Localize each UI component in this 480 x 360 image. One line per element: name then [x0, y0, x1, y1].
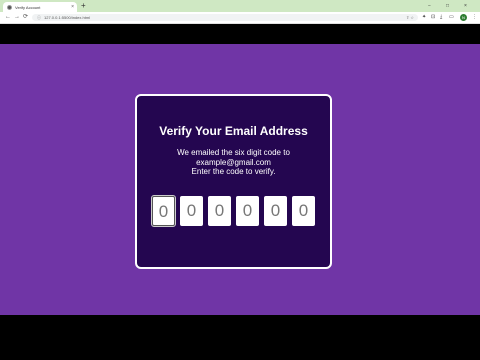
reload-icon[interactable]: ⟳ [23, 13, 28, 22]
code-digit-3[interactable]: 0 [208, 196, 231, 226]
url-text: 127.0.0.1:5500/index.html [44, 15, 91, 20]
instructions: We emailed the six digit code to example… [137, 148, 330, 177]
download-icon[interactable]: ⤓ [440, 14, 442, 21]
code-digit-6[interactable]: 0 [292, 196, 315, 226]
maximize-icon[interactable]: □ [446, 1, 449, 11]
instruction-line-2: Enter the code to verify. [191, 167, 276, 176]
extension-icon[interactable]: ✦ [422, 14, 426, 21]
code-digit-1[interactable]: 0 [151, 195, 176, 227]
menu-icon[interactable]: ⋮ [472, 14, 477, 21]
omnibox-actions-icons[interactable]: ⇪ ☆ [406, 14, 414, 21]
tab-title: Verify Account [15, 4, 41, 10]
window-close-icon[interactable]: × [464, 1, 467, 11]
browser-toolbar: ← → ⟳ ⓘ 127.0.0.1:5500/index.html ⇪ ☆ ✦ … [0, 12, 480, 24]
code-digit-5[interactable]: 0 [264, 196, 287, 226]
page-title: Verify Your Email Address [159, 124, 308, 138]
globe-icon [7, 4, 12, 10]
email-address: example@gmail.com [196, 157, 271, 167]
browser-tab[interactable]: Verify Account × [3, 2, 77, 12]
back-icon[interactable]: ← [5, 13, 11, 22]
code-input-row: 0 0 0 0 0 0 [151, 195, 319, 227]
address-bar[interactable]: ⓘ 127.0.0.1:5500/index.html ⇪ ☆ [32, 14, 418, 21]
code-digit-4[interactable]: 0 [236, 196, 259, 226]
info-icon: ⓘ [37, 14, 41, 20]
puzzle-icon[interactable]: ⊡ [431, 14, 435, 21]
browser-tab-bar: Verify Account × + − □ × [0, 0, 480, 12]
forward-icon[interactable]: → [14, 13, 20, 22]
new-tab-button[interactable]: + [81, 1, 86, 11]
code-digit-2[interactable]: 0 [180, 196, 203, 226]
side-panel-icon[interactable]: ▭ [449, 14, 454, 21]
minimize-icon[interactable]: − [428, 1, 431, 11]
verify-card: Verify Your Email Address We emailed the… [135, 94, 332, 269]
tab-close-icon[interactable]: × [71, 4, 74, 10]
instruction-line-1: We emailed the six digit code to [177, 148, 290, 157]
avatar[interactable]: N [460, 14, 467, 21]
